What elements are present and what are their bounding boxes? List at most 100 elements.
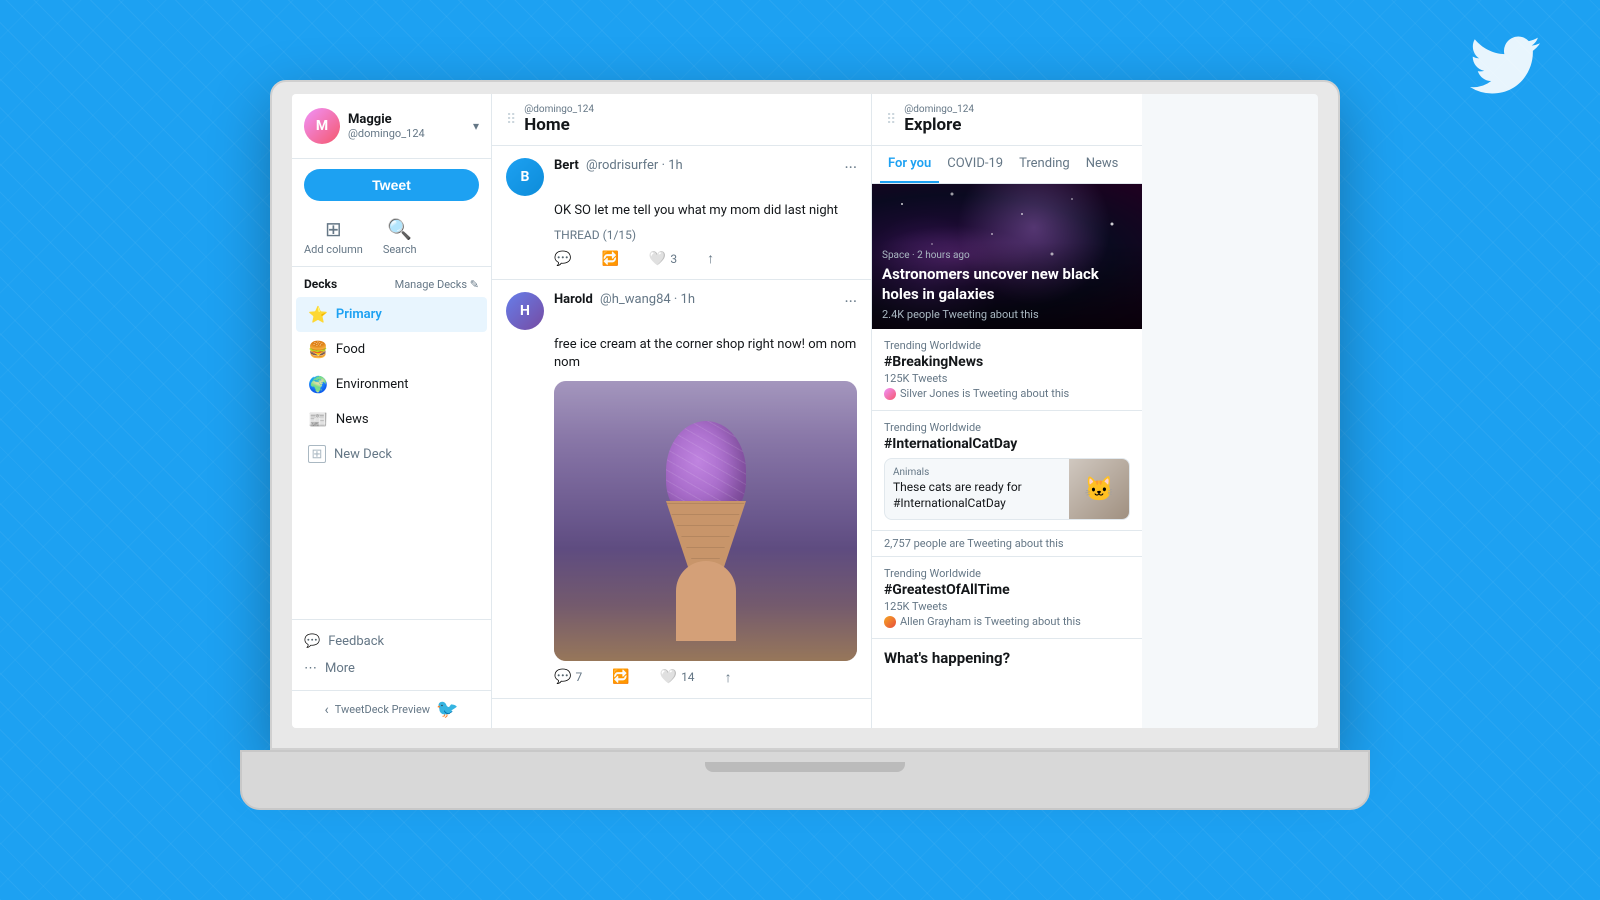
explore-subtitle: @domingo_124 (904, 104, 1128, 115)
back-arrow-icon[interactable]: ‹ (325, 702, 329, 718)
cat-day-category: Animals (893, 467, 1061, 478)
goat-trending-user: Allen Grayham is Tweeting about this (884, 615, 1130, 628)
share-icon: ↑ (725, 669, 732, 686)
add-column-icon: ⊞ (325, 217, 342, 241)
hand-bg (676, 561, 736, 641)
tab-for-you[interactable]: For you (880, 146, 939, 183)
deck-item-news[interactable]: 📰 News (296, 402, 487, 437)
trending-item-cat-day[interactable]: Trending Worldwide #InternationalCatDay … (872, 411, 1142, 531)
user-section[interactable]: M Maggie @domingo_124 ▾ (292, 94, 491, 159)
tweet-more-icon[interactable]: ··· (844, 158, 857, 196)
deck-item-environment[interactable]: 🌍 Environment (296, 367, 487, 402)
harold-name: Harold (554, 292, 593, 307)
cat-day-trending-tag: #InternationalCatDay (884, 436, 1130, 452)
home-column-header: ⠿ @domingo_124 Home (492, 94, 871, 146)
home-column: ⠿ @domingo_124 Home B (492, 94, 872, 728)
explore-tabs: For you COVID-19 Trending News (872, 146, 1142, 184)
harold-tweet-more-icon[interactable]: ··· (844, 292, 857, 330)
harold-handle: @h_wang84 (600, 292, 671, 307)
share-button[interactable]: ↑ (707, 250, 714, 267)
more-button[interactable]: ⋯ More (304, 655, 479, 682)
sidebar: M Maggie @domingo_124 ▾ Tweet ⊞ Add c (292, 94, 492, 728)
trending-item-breaking-news[interactable]: Trending Worldwide #BreakingNews 125K Tw… (872, 329, 1142, 411)
heart-icon: 🤍 (649, 251, 666, 267)
deck-list: ⭐ Primary 🍔 Food 🌍 Environment 📰 (292, 297, 491, 619)
tweet-meta: Bert @rodrisurfer · 1h (554, 158, 834, 196)
like-button[interactable]: 🤍 3 (649, 250, 677, 267)
harold-reply-count: 7 (575, 670, 582, 684)
tweet-header-harold: H Harold @h_wang84 · 1h ··· (506, 292, 857, 330)
deck-item-new-deck[interactable]: ⊞ New Deck (296, 437, 487, 471)
tweet-author-handle: @rodrisurfer (586, 158, 658, 173)
goat-trending-count: 125K Tweets (884, 600, 1130, 613)
harold-like-button[interactable]: 🤍 14 (660, 669, 695, 686)
cat-day-title: These cats are ready for #InternationalC… (893, 480, 1061, 511)
laptop-body: M Maggie @domingo_124 ▾ Tweet ⊞ Add c (270, 80, 1340, 750)
search-icon: 🔍 (387, 217, 412, 241)
tweet-thread: THREAD (1/15) (506, 228, 857, 242)
tweet-body: OK SO let me tell you what my mom did la… (506, 202, 857, 220)
sidebar-footer: 💬 Feedback ⋯ More (292, 619, 491, 690)
explore-column: ⠿ @domingo_124 Explore For you COVID-19 (872, 94, 1142, 728)
add-column-button[interactable]: ⊞ Add column (304, 217, 363, 256)
cat-day-text: Animals These cats are ready for #Intern… (885, 459, 1069, 519)
retweet-button[interactable]: 🔁 (601, 250, 618, 267)
column-drag-handle[interactable]: ⠿ (506, 112, 516, 128)
cat-image-visual: 🐱 (1069, 459, 1129, 519)
tab-covid19[interactable]: COVID-19 (939, 146, 1011, 183)
news-deck-icon: 📰 (308, 410, 328, 429)
harold-share-button[interactable]: ↑ (725, 669, 732, 686)
avatar: M (304, 108, 340, 144)
reply-icon: 💬 (554, 251, 571, 267)
user-name: Maggie (348, 112, 465, 127)
chevron-down-icon[interactable]: ▾ (473, 119, 479, 133)
tab-trending[interactable]: Trending (1011, 146, 1078, 183)
harold-reply-button[interactable]: 💬 7 (554, 669, 582, 686)
tab-news[interactable]: News (1078, 146, 1127, 183)
goat-user-avatar (884, 616, 896, 628)
laptop: M Maggie @domingo_124 ▾ Tweet ⊞ Add c (270, 80, 1340, 810)
primary-deck-label: Primary (336, 307, 382, 322)
explore-drag-handle[interactable]: ⠿ (886, 112, 896, 128)
bert-avatar: B (506, 158, 544, 196)
whats-happening: What's happening? (872, 639, 1142, 677)
trending-item-goat[interactable]: Trending Worldwide #GreatestOfAllTime 12… (872, 557, 1142, 639)
twitter-bird-icon: 🐦 (436, 699, 458, 720)
goat-user-text: Allen Grayham is Tweeting about this (900, 615, 1081, 628)
tweetdeck-preview-label: TweetDeck Preview (335, 703, 430, 716)
deck-item-primary[interactable]: ⭐ Primary (296, 297, 487, 332)
tweet-author: Bert @rodrisurfer · 1h (554, 158, 834, 173)
screen-bezel: M Maggie @domingo_124 ▾ Tweet ⊞ Add c (292, 94, 1318, 728)
reply-button[interactable]: 💬 (554, 250, 571, 267)
cat-day-people-count: 2,757 people are Tweeting about this (872, 531, 1142, 557)
harold-retweet-button[interactable]: 🔁 (612, 669, 629, 686)
harold-tweet-body: free ice cream at the corner shop right … (506, 336, 857, 372)
tweet-header: B Bert @rodrisurfer · 1h ··· (506, 158, 857, 196)
tweet-time: · 1h (662, 158, 683, 173)
news-hero[interactable]: Space · 2 hours ago Astronomers uncover … (872, 184, 1142, 329)
explore-title-area: @domingo_124 Explore (904, 104, 1128, 135)
primary-deck-icon: ⭐ (308, 305, 328, 324)
user-handle: @domingo_124 (348, 127, 465, 140)
add-column-label: Add column (304, 243, 363, 256)
search-button[interactable]: 🔍 Search (383, 217, 417, 256)
feedback-label: Feedback (328, 634, 384, 649)
feedback-button[interactable]: 💬 Feedback (304, 628, 479, 655)
food-deck-label: Food (336, 342, 365, 357)
decks-header: Decks Manage Decks ✎ (292, 267, 491, 297)
deck-item-food[interactable]: 🍔 Food (296, 332, 487, 367)
decks-title: Decks (304, 277, 337, 291)
tweet-image (554, 381, 857, 661)
trending-label: Trending Worldwide (884, 339, 1130, 352)
goat-trending-label: Trending Worldwide (884, 567, 1130, 580)
news-hero-overlay: Space · 2 hours ago Astronomers uncover … (872, 242, 1142, 329)
reply-icon: 💬 (554, 669, 571, 685)
home-column-subtitle: @domingo_124 (524, 104, 857, 115)
trending-user-text: Silver Jones is Tweeting about this (900, 387, 1069, 400)
tweetdeck-preview-bar: ‹ TweetDeck Preview 🐦 (292, 690, 491, 728)
search-label: Search (383, 243, 417, 256)
news-deck-label: News (336, 412, 369, 427)
cat-day-trending-label: Trending Worldwide (884, 421, 1130, 434)
manage-decks-button[interactable]: Manage Decks ✎ (395, 278, 479, 291)
tweet-button[interactable]: Tweet (304, 169, 479, 201)
